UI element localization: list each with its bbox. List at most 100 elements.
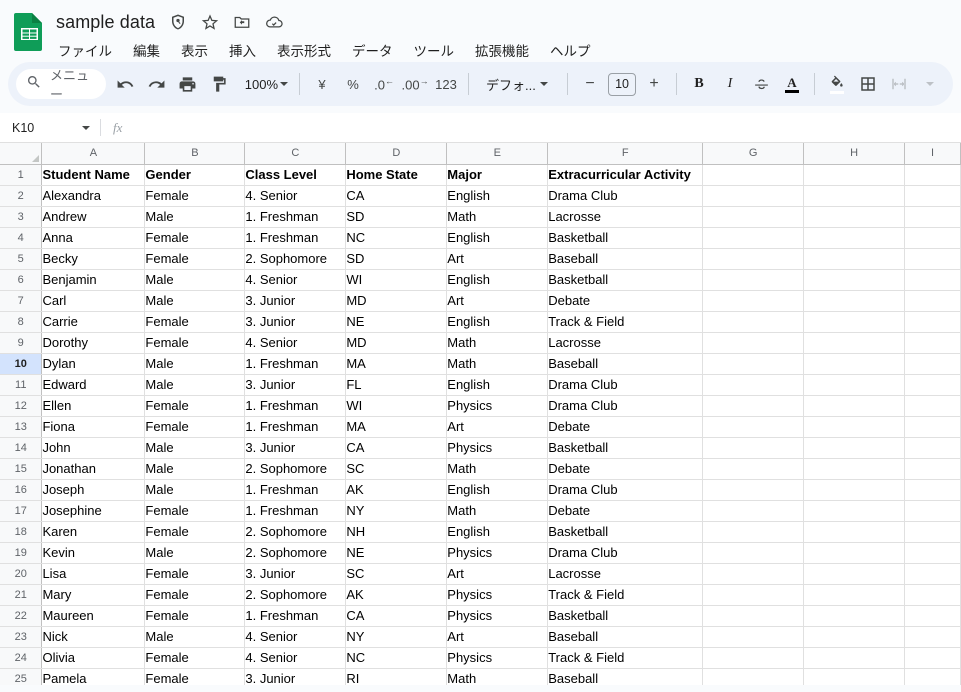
cell-A6[interactable]: Benjamin <box>41 269 146 291</box>
cell-F15[interactable]: Debate <box>547 458 704 480</box>
cell-E7[interactable]: Art <box>446 290 549 312</box>
cell-D16[interactable]: AK <box>345 479 448 501</box>
cell-F12[interactable]: Drama Club <box>547 395 704 417</box>
merge-cells-button[interactable] <box>884 69 914 99</box>
cell-B12[interactable]: Female <box>144 395 246 417</box>
cell-D18[interactable]: NH <box>345 521 448 543</box>
cell-A11[interactable]: Edward <box>41 374 146 396</box>
cell-C7[interactable]: 3. Junior <box>244 290 347 312</box>
cell-I3[interactable] <box>904 206 961 228</box>
cell-F7[interactable]: Debate <box>547 290 704 312</box>
cell-I20[interactable] <box>904 563 961 585</box>
row-header-19[interactable]: 19 <box>0 542 43 564</box>
star-icon[interactable] <box>201 13 219 31</box>
row-header-22[interactable]: 22 <box>0 605 43 627</box>
decrease-font-size-button[interactable]: − <box>575 69 605 99</box>
cell-H11[interactable] <box>803 374 905 396</box>
menu-view[interactable]: 表示 <box>179 39 210 61</box>
cell-I11[interactable] <box>904 374 961 396</box>
cell-C20[interactable]: 3. Junior <box>244 563 347 585</box>
cell-I7[interactable] <box>904 290 961 312</box>
cell-G16[interactable] <box>702 479 805 501</box>
cell-I8[interactable] <box>904 311 961 333</box>
menu-edit[interactable]: 編集 <box>131 39 162 61</box>
column-header-c[interactable]: C <box>244 143 347 165</box>
cell-D10[interactable]: MA <box>345 353 448 375</box>
cell-I23[interactable] <box>904 626 961 648</box>
cell-G13[interactable] <box>702 416 805 438</box>
cell-E4[interactable]: English <box>446 227 549 249</box>
cell-D5[interactable]: SD <box>345 248 448 270</box>
cell-E14[interactable]: Physics <box>446 437 549 459</box>
column-header-h[interactable]: H <box>803 143 905 165</box>
cell-E25[interactable]: Math <box>446 668 549 685</box>
column-header-f[interactable]: F <box>547 143 704 165</box>
cell-H5[interactable] <box>803 248 905 270</box>
row-header-17[interactable]: 17 <box>0 500 43 522</box>
cell-G12[interactable] <box>702 395 805 417</box>
cell-B7[interactable]: Male <box>144 290 246 312</box>
borders-button[interactable] <box>853 69 883 99</box>
cell-G10[interactable] <box>702 353 805 375</box>
cell-A2[interactable]: Alexandra <box>41 185 146 207</box>
cell-F6[interactable]: Basketball <box>547 269 704 291</box>
cell-E6[interactable]: English <box>446 269 549 291</box>
redo-button[interactable] <box>142 69 172 99</box>
row-header-4[interactable]: 4 <box>0 227 43 249</box>
cell-E3[interactable]: Math <box>446 206 549 228</box>
cell-C25[interactable]: 3. Junior <box>244 668 347 685</box>
menu-format[interactable]: 表示形式 <box>275 39 333 61</box>
saved-to-drive-icon[interactable] <box>265 13 283 31</box>
cell-I21[interactable] <box>904 584 961 606</box>
cell-D15[interactable]: SC <box>345 458 448 480</box>
cell-A1[interactable]: Student Name <box>41 164 146 186</box>
cell-G1[interactable] <box>702 164 805 186</box>
row-header-24[interactable]: 24 <box>0 647 43 669</box>
cell-G24[interactable] <box>702 647 805 669</box>
menu-file[interactable]: ファイル <box>56 39 114 61</box>
cell-I2[interactable] <box>904 185 961 207</box>
percent-format-button[interactable]: % <box>338 69 368 99</box>
cell-B17[interactable]: Female <box>144 500 246 522</box>
cell-I4[interactable] <box>904 227 961 249</box>
cell-H14[interactable] <box>803 437 905 459</box>
row-header-15[interactable]: 15 <box>0 458 43 480</box>
cell-G3[interactable] <box>702 206 805 228</box>
italic-button[interactable]: I <box>715 69 745 99</box>
cell-D12[interactable]: WI <box>345 395 448 417</box>
cell-B21[interactable]: Female <box>144 584 246 606</box>
cell-C17[interactable]: 1. Freshman <box>244 500 347 522</box>
zoom-control[interactable]: 100% <box>235 69 292 99</box>
cell-F21[interactable]: Track & Field <box>547 584 704 606</box>
cell-F16[interactable]: Drama Club <box>547 479 704 501</box>
cell-D14[interactable]: CA <box>345 437 448 459</box>
cell-I13[interactable] <box>904 416 961 438</box>
menu-tools[interactable]: ツール <box>412 39 457 61</box>
increase-decimal-button[interactable]: .00→ <box>400 69 430 99</box>
cell-H13[interactable] <box>803 416 905 438</box>
cell-D8[interactable]: NE <box>345 311 448 333</box>
cell-D6[interactable]: WI <box>345 269 448 291</box>
cell-H25[interactable] <box>803 668 905 685</box>
menu-insert[interactable]: 挿入 <box>227 39 258 61</box>
cell-F10[interactable]: Baseball <box>547 353 704 375</box>
cell-C9[interactable]: 4. Senior <box>244 332 347 354</box>
row-header-10[interactable]: 10 <box>0 353 43 375</box>
row-header-1[interactable]: 1 <box>0 164 43 186</box>
row-header-9[interactable]: 9 <box>0 332 43 354</box>
column-header-e[interactable]: E <box>446 143 549 165</box>
formula-input[interactable] <box>134 113 961 142</box>
cell-G2[interactable] <box>702 185 805 207</box>
cell-A7[interactable]: Carl <box>41 290 146 312</box>
cell-F24[interactable]: Track & Field <box>547 647 704 669</box>
cell-I10[interactable] <box>904 353 961 375</box>
cell-C10[interactable]: 1. Freshman <box>244 353 347 375</box>
cell-I25[interactable] <box>904 668 961 685</box>
function-icon[interactable]: fx <box>101 120 134 136</box>
cell-C23[interactable]: 4. Senior <box>244 626 347 648</box>
cell-B14[interactable]: Male <box>144 437 246 459</box>
undo-button[interactable] <box>111 69 141 99</box>
cell-H15[interactable] <box>803 458 905 480</box>
cell-E20[interactable]: Art <box>446 563 549 585</box>
cell-H2[interactable] <box>803 185 905 207</box>
